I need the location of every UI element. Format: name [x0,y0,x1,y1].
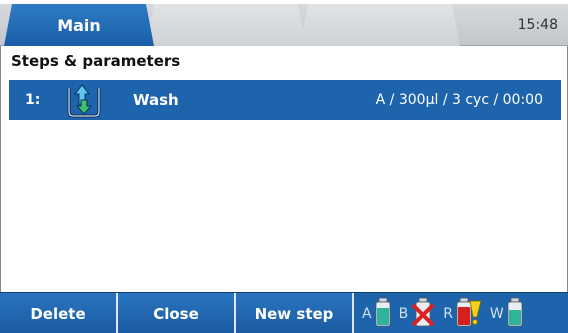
bottle-w: W [490,297,523,331]
delete-button[interactable]: Delete [0,293,118,333]
bottle-status-bar: A B R W [354,293,568,333]
clock: 15:48 [517,17,558,33]
bottle-a-label: A [362,305,372,322]
tab-empty-2[interactable] [146,4,306,46]
new-step-button[interactable]: New step [236,293,354,333]
step-name: Wash [133,91,179,109]
step-parameters: A / 300µl / 3 cyc / 00:00 [375,92,543,108]
bottle-red-warning-icon [456,297,482,331]
tab-bar: Main 15:48 [0,0,568,46]
page-title: Steps & parameters [0,46,568,76]
bottle-w-label: W [489,305,504,322]
step-number: 1: [25,92,41,108]
tab-empty-3[interactable] [300,4,460,46]
bottle-r-label: R [443,305,453,322]
close-button-label: Close [153,304,199,323]
list-item[interactable]: 1: Wash A / 300µl / 3 cyc / 00:00 [9,80,561,120]
close-button[interactable]: Close [118,293,236,333]
wash-icon [63,80,133,120]
bottle-unavailable-icon [411,297,435,331]
bottle-green-icon [507,297,523,331]
bottle-r: R [443,297,482,331]
delete-button-label: Delete [30,304,86,323]
tab-main-label: Main [57,15,101,35]
bottle-a: A [362,297,391,331]
new-step-button-label: New step [254,304,334,323]
bottom-toolbar: Delete Close New step A B R W [0,292,568,333]
bottle-b: B [399,297,436,331]
steps-list: 1: Wash A / 300µl / 3 cyc / 00:00 [0,76,568,292]
bottle-b-label: B [398,305,409,322]
tab-main[interactable]: Main [4,4,154,46]
bottle-green-icon [375,297,391,331]
